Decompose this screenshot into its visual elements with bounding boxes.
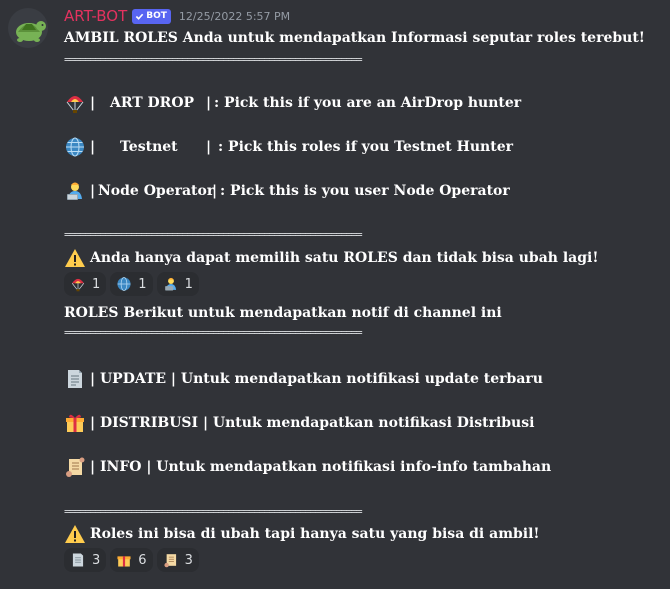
role-line-art-drop: | ART DROP | : Pick this if you are an A… bbox=[64, 92, 521, 114]
turtle-icon bbox=[16, 21, 46, 42]
bot-tag: BOT bbox=[132, 8, 171, 24]
warning-line-1: Anda hanya dapat memilih satu ROLES dan … bbox=[64, 247, 599, 269]
parachute-icon bbox=[70, 276, 86, 292]
role-desc: : Pick this if you are an AirDrop hunter bbox=[214, 95, 522, 111]
reaction-globe[interactable]: 1 bbox=[110, 272, 153, 296]
reaction-parachute[interactable]: 1 bbox=[64, 272, 107, 296]
warning-text: Anda hanya dapat memilih satu ROLES dan … bbox=[90, 250, 599, 266]
gift-icon bbox=[116, 552, 132, 568]
reaction-scroll[interactable]: 3 bbox=[156, 548, 199, 572]
reaction-count: 1 bbox=[138, 276, 147, 292]
reaction-count: 1 bbox=[92, 276, 101, 292]
role-name: Node Operator bbox=[98, 183, 215, 199]
notif-text: | DISTRIBUSI | Untuk mendapatkan notifik… bbox=[90, 415, 535, 431]
notif-text: | INFO | Untuk mendapatkan notifikasi in… bbox=[90, 459, 552, 475]
technologist-icon bbox=[64, 180, 86, 202]
reaction-count: 6 bbox=[138, 552, 147, 568]
reaction-gift[interactable]: 6 bbox=[110, 548, 153, 572]
role-name: Testnet bbox=[120, 139, 178, 155]
reaction-count: 3 bbox=[184, 552, 193, 568]
bot-tag-label: BOT bbox=[146, 11, 167, 21]
avatar[interactable] bbox=[8, 8, 48, 48]
role-desc: : Pick this roles if you Testnet Hunter bbox=[218, 139, 513, 155]
globe-icon bbox=[64, 136, 86, 158]
intro-text: AMBIL ROLES Anda untuk mendapatkan Infor… bbox=[64, 30, 645, 46]
reaction-count: 1 bbox=[184, 276, 193, 292]
timestamp[interactable]: 12/25/2022 5:57 PM bbox=[179, 10, 290, 23]
reaction-technologist[interactable]: 1 bbox=[156, 272, 199, 296]
intro-text-2: ROLES Berikut untuk mendapatkan notif di… bbox=[64, 305, 502, 321]
message-header: ART-BOT BOT 12/25/2022 5:57 PM bbox=[64, 6, 290, 26]
reaction-page[interactable]: 3 bbox=[64, 548, 107, 572]
warning-text: Roles ini bisa di ubah tapi hanya satu y… bbox=[90, 526, 540, 542]
notif-text: | UPDATE | Untuk mendapatkan notifikasi … bbox=[90, 371, 543, 387]
separator: ========================================… bbox=[64, 326, 363, 339]
technologist-icon bbox=[163, 276, 179, 292]
separator: ========================================… bbox=[64, 228, 363, 241]
notif-line-distribusi: | DISTRIBUSI | Untuk mendapatkan notifik… bbox=[64, 412, 534, 434]
notif-line-info: | INFO | Untuk mendapatkan notifikasi in… bbox=[64, 456, 551, 478]
role-line-node-operator: | Node Operator | : Pick this is you use… bbox=[64, 180, 510, 202]
message: ART-BOT BOT 12/25/2022 5:57 PM AMBIL ROL… bbox=[0, 0, 670, 589]
page-icon bbox=[64, 368, 86, 390]
role-desc: : Pick this is you user Node Operator bbox=[220, 183, 510, 199]
separator: ========================================… bbox=[64, 53, 363, 66]
warning-icon bbox=[64, 523, 86, 545]
scroll-icon bbox=[64, 456, 86, 478]
notif-line-update: | UPDATE | Untuk mendapatkan notifikasi … bbox=[64, 368, 543, 390]
verified-check-icon bbox=[136, 13, 144, 20]
username[interactable]: ART-BOT bbox=[64, 7, 127, 25]
role-line-testnet: | Testnet | : Pick this roles if you Tes… bbox=[64, 136, 513, 158]
parachute-icon bbox=[64, 92, 86, 114]
reactions-group-notif: 3 6 3 bbox=[64, 548, 203, 572]
role-name: ART DROP bbox=[110, 95, 195, 111]
reactions-group-roles: 1 1 1 bbox=[64, 272, 203, 296]
warning-icon bbox=[64, 247, 86, 269]
reaction-count: 3 bbox=[92, 552, 101, 568]
page-icon bbox=[70, 552, 86, 568]
scroll-icon bbox=[163, 552, 179, 568]
separator: ========================================… bbox=[64, 505, 363, 518]
globe-icon bbox=[116, 276, 132, 292]
gift-icon bbox=[64, 412, 86, 434]
warning-line-2: Roles ini bisa di ubah tapi hanya satu y… bbox=[64, 523, 540, 545]
